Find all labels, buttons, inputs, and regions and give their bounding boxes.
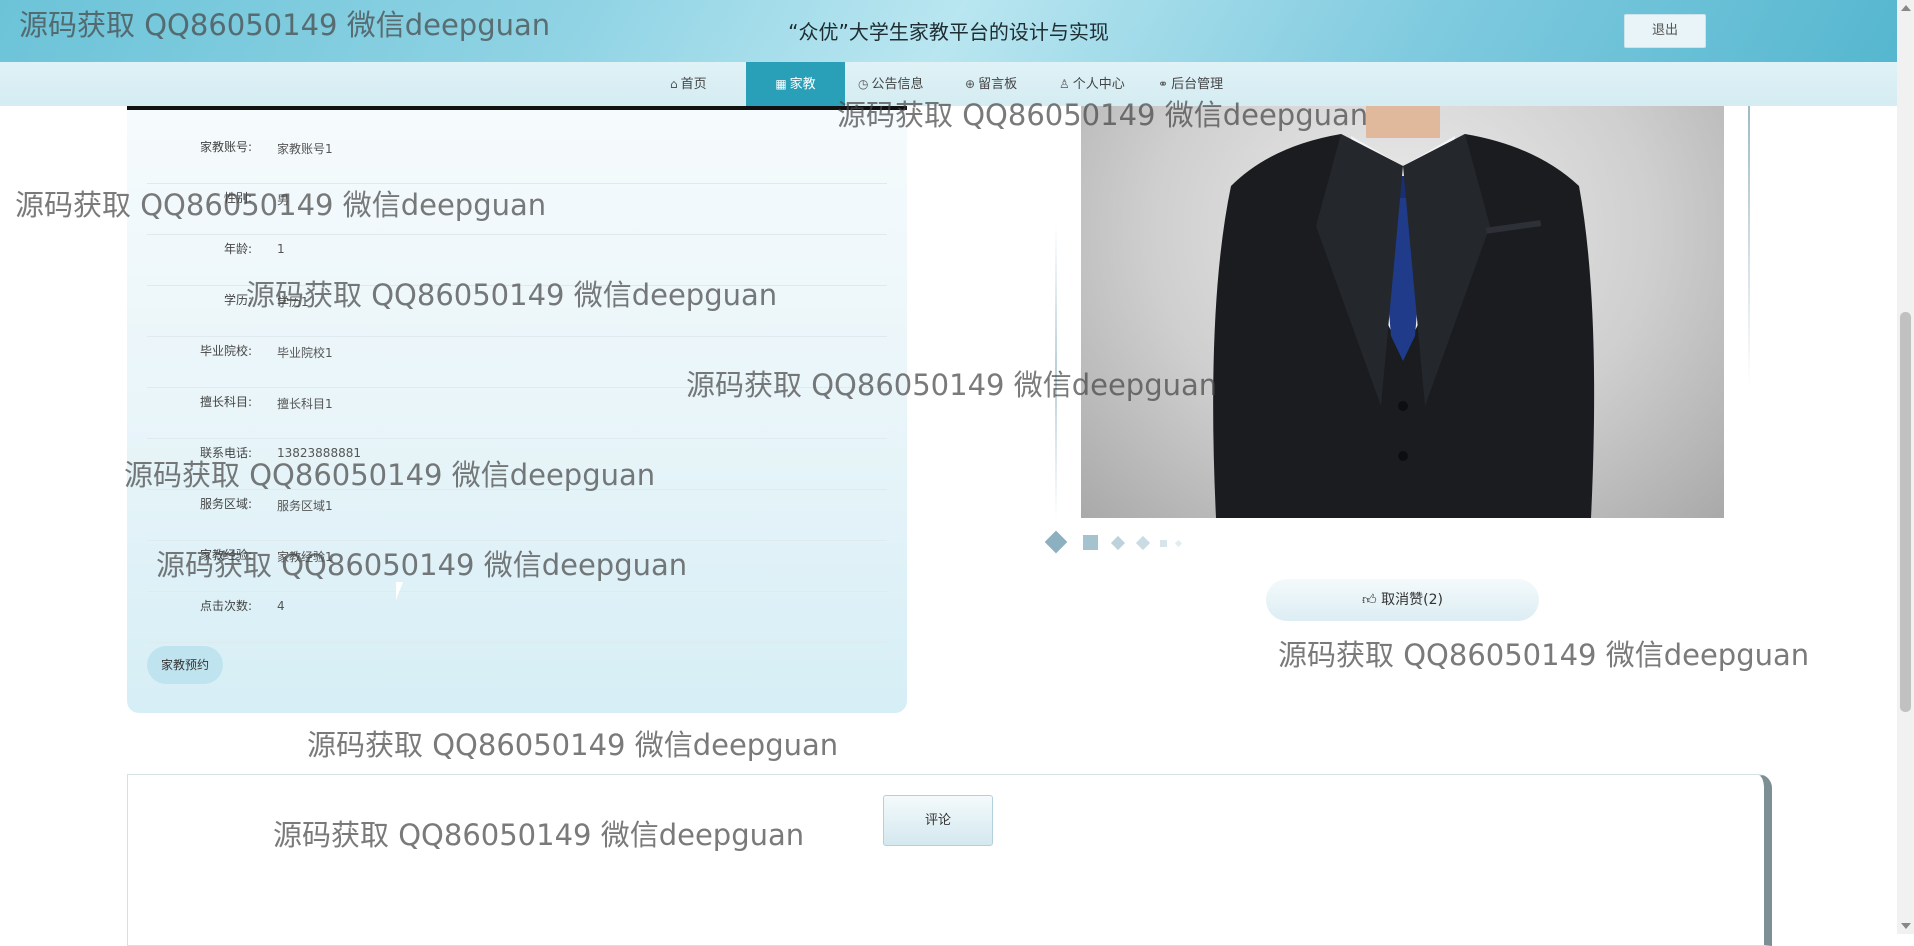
unlike-button[interactable]: 👍︎ 取消赞(2)	[1266, 579, 1539, 621]
field-row: 性别: 男	[147, 183, 887, 235]
field-label: 性别:	[223, 191, 252, 205]
divider	[1748, 106, 1750, 386]
field-row: 家教经验: 家教经验1	[147, 540, 887, 592]
nav-item-label: 后台管理	[1171, 77, 1224, 92]
nav-item-label: 公告信息	[871, 77, 924, 92]
carousel-dot-3[interactable]	[1110, 535, 1126, 551]
watermark: 源码获取 QQ86050149 微信deepguan	[307, 728, 839, 762]
main-nav: ⌂ 首页 ▦ 家教 ◷ 公告信息 ⊕ 留言板 ♙ 个人中心 ⚭ 后台管理	[0, 62, 1897, 106]
nav-item-label: 首页	[680, 77, 707, 92]
comment-button[interactable]: 评论	[883, 795, 993, 846]
thumbs-up-icon: 👍︎	[1362, 592, 1382, 608]
field-value: 擅长科目1	[277, 397, 333, 411]
nav-item-home[interactable]: ⌂ 首页	[670, 62, 707, 106]
tutor-detail-card: 家教账号: 家教账号1 性别: 男 年龄: 1 学历: 学历1 毕业院校: 毕业院校1 擅…	[127, 106, 907, 713]
field-row: 年龄: 1	[147, 234, 887, 286]
grid-icon: ▦	[775, 77, 787, 91]
like-label: 取消赞(2)	[1381, 592, 1443, 608]
field-row: 学历: 学历1	[147, 285, 887, 337]
field-row: 联系电话: 13823888881	[147, 438, 887, 490]
home-icon: ⌂	[670, 77, 678, 91]
nav-item-label: 留言板	[978, 77, 1018, 92]
carousel-dot-2[interactable]	[1083, 535, 1098, 550]
nav-item-message-board[interactable]: ⊕ 留言板	[965, 62, 1017, 106]
field-value: 13823888881	[277, 446, 361, 460]
book-tutor-button[interactable]: 家教预约	[147, 646, 223, 684]
nav-item-label: 家教	[789, 77, 816, 92]
clock-icon: ◷	[858, 77, 869, 91]
scrollbar-thumb[interactable]	[1900, 312, 1911, 712]
nav-item-notice[interactable]: ◷ 公告信息	[858, 62, 924, 106]
field-label: 家教经验:	[199, 548, 252, 562]
field-value: 家教账号1	[277, 142, 333, 156]
field-label: 联系电话:	[199, 446, 252, 460]
field-label: 点击次数:	[199, 599, 252, 613]
carousel-dot-5[interactable]	[1160, 540, 1167, 547]
header-bar: “众优”大学生家教平台的设计与实现 退出	[0, 0, 1897, 62]
field-value: 1	[277, 242, 285, 256]
logout-button[interactable]: 退出	[1624, 14, 1706, 48]
field-label: 年龄:	[223, 242, 252, 256]
nav-item-profile[interactable]: ♙ 个人中心	[1059, 62, 1125, 106]
field-row: 家教账号: 家教账号1	[147, 132, 887, 184]
nav-item-label: 个人中心	[1072, 77, 1125, 92]
field-value: 学历1	[277, 295, 309, 309]
site-title: “众优”大学生家教平台的设计与实现	[788, 20, 1109, 44]
suited-man-illustration	[1213, 106, 1595, 518]
scroll-up-icon[interactable]	[1901, 5, 1911, 11]
globe-icon: ⊕	[965, 77, 976, 91]
field-row: 服务区域: 服务区域1	[147, 489, 887, 541]
link-icon: ⚭	[1158, 77, 1169, 91]
field-row: 点击次数: 4	[147, 591, 887, 643]
nav-item-tutor[interactable]: ▦ 家教	[746, 62, 845, 106]
carousel-dot-1[interactable]	[1044, 530, 1068, 554]
scroll-down-icon[interactable]	[1901, 923, 1911, 929]
user-icon: ♙	[1059, 77, 1070, 91]
field-label: 学历:	[223, 293, 252, 307]
field-value: 男	[277, 193, 290, 207]
field-value: 4	[277, 599, 285, 613]
field-label: 毕业院校:	[199, 344, 252, 358]
carousel-dot-4[interactable]	[1135, 535, 1151, 551]
carousel-dot-6[interactable]	[1174, 539, 1183, 548]
divider	[127, 106, 907, 110]
mouse-cursor-icon	[396, 582, 403, 600]
nav-item-admin[interactable]: ⚭ 后台管理	[1158, 62, 1223, 106]
divider	[1055, 225, 1057, 520]
tutor-photo	[1081, 106, 1724, 518]
field-value: 毕业院校1	[277, 346, 333, 360]
field-row: 毕业院校: 毕业院校1	[147, 336, 887, 388]
field-label: 家教账号:	[199, 140, 252, 154]
watermark: 源码获取 QQ86050149 微信deepguan	[1278, 638, 1810, 672]
field-label: 服务区域:	[199, 497, 252, 511]
field-row: 擅长科目: 擅长科目1	[147, 387, 887, 439]
scrollbar[interactable]	[1897, 0, 1914, 934]
field-label: 擅长科目:	[199, 395, 252, 409]
field-value: 家教经验1	[277, 550, 333, 564]
field-value: 服务区域1	[277, 499, 333, 513]
